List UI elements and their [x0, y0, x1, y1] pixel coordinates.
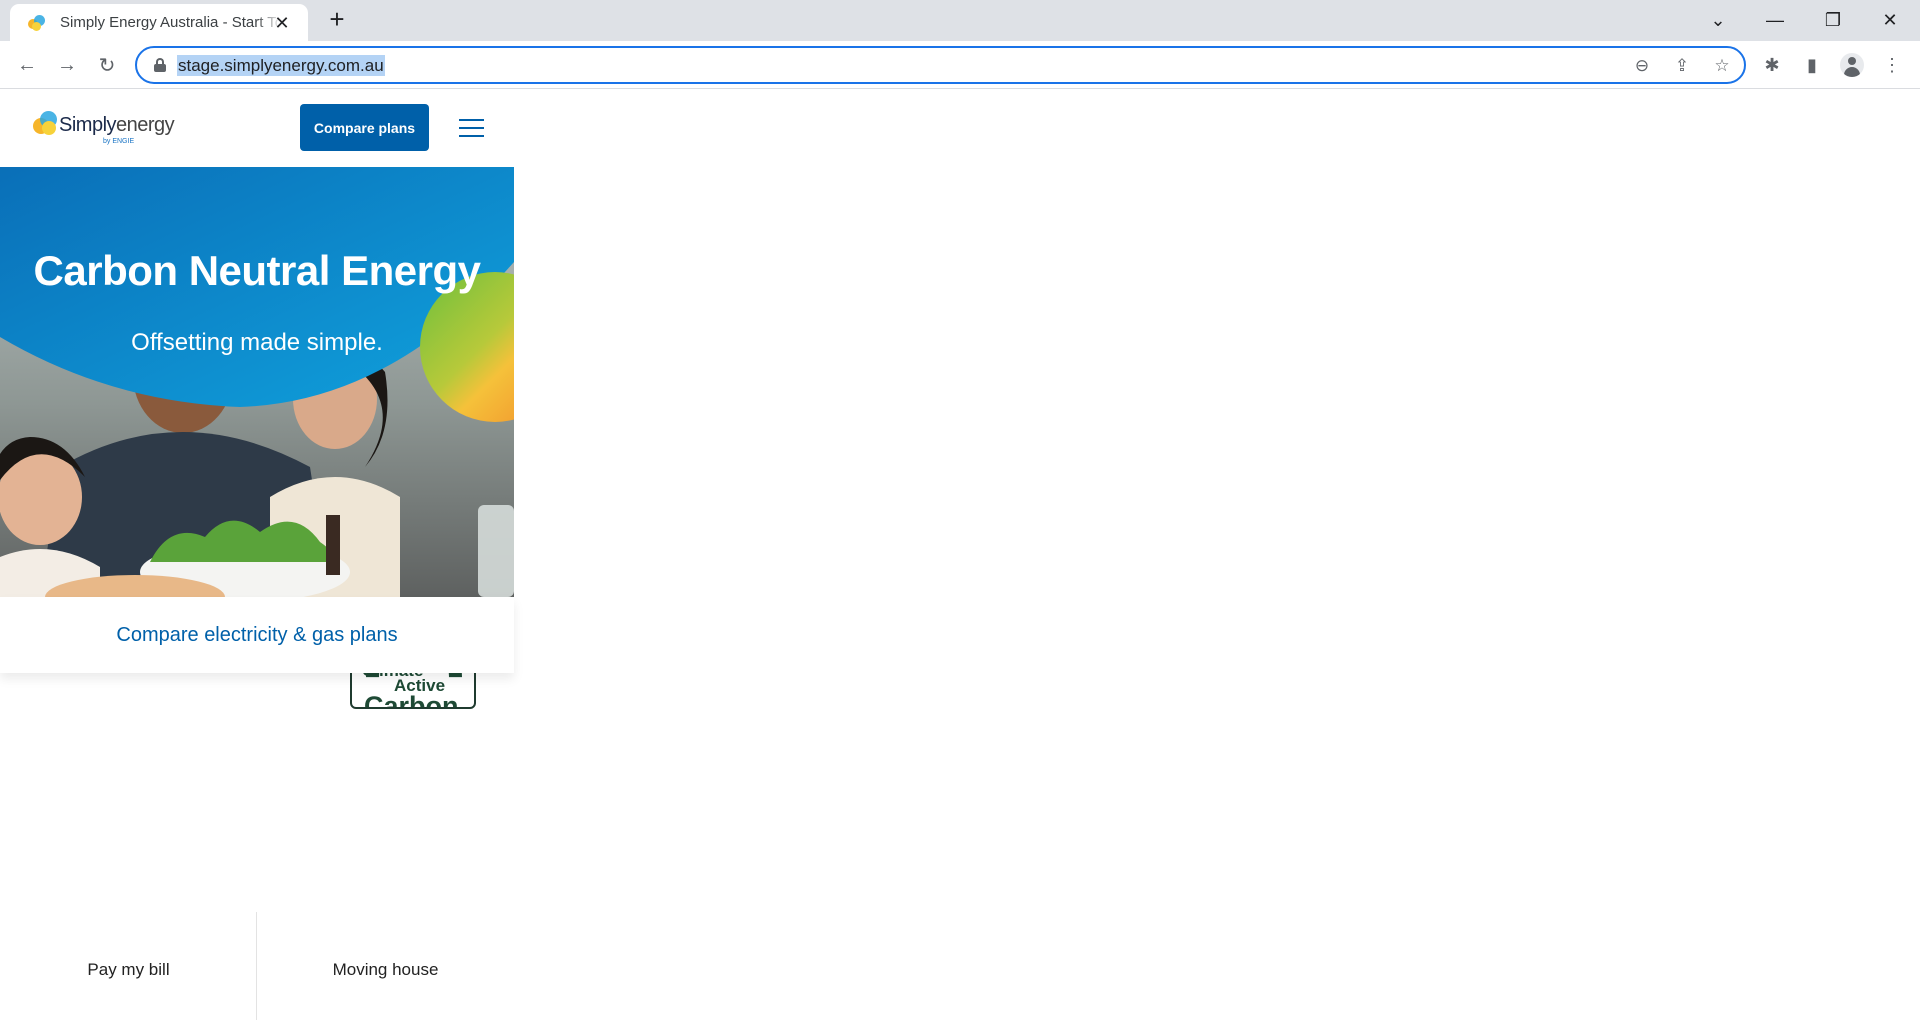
site-header: Simplyenergy by ENGIE Compare plans — [0, 90, 514, 167]
hero-illustration — [0, 167, 514, 597]
badge-line-3: Carbon — [364, 691, 459, 709]
bookmark-star-icon[interactable]: ☆ — [1711, 55, 1733, 77]
new-tab-button[interactable]: + — [325, 6, 349, 32]
forward-button[interactable]: → — [52, 50, 82, 80]
site-favicon-icon — [28, 13, 47, 32]
profile-avatar[interactable] — [1840, 53, 1864, 77]
side-panel-icon[interactable]: ▮ — [1800, 53, 1824, 77]
compare-link-bar: Compare electricity & gas plans — [0, 597, 514, 673]
hero-title: Carbon Neutral Energy — [33, 247, 481, 294]
zoom-icon[interactable]: ⊖ — [1631, 55, 1653, 77]
logo-simply: Simply — [59, 114, 117, 136]
hero-banner: Carbon Neutral Energy Offsetting made si… — [0, 167, 514, 597]
compare-plans-button[interactable]: Compare plans — [300, 104, 429, 151]
close-tab-icon[interactable]: ✕ — [272, 13, 292, 33]
simply-energy-site: Simplyenergy by ENGIE Compare plans Carb… — [0, 90, 514, 1020]
compare-electricity-gas-link[interactable]: Compare electricity & gas plans — [116, 624, 397, 647]
logo-byline: by ENGIE — [103, 138, 135, 145]
browser-tab[interactable]: Simply Energy Australia - Start Today ✕ — [10, 4, 308, 41]
lock-icon[interactable] — [154, 58, 166, 72]
browser-toolbar: ← → ↻ stage.simplyenergy.com.au ⊖ ⇪ ☆ ✱ … — [0, 41, 1920, 89]
minimize-button[interactable]: — — [1747, 0, 1803, 41]
share-icon[interactable]: ⇪ — [1671, 55, 1693, 77]
logo-energy: energy — [116, 114, 175, 136]
browser-menu-icon[interactable]: ⋮ — [1880, 53, 1904, 77]
page-viewport: Simplyenergy by ENGIE Compare plans Carb… — [0, 90, 1920, 1020]
extensions-icon[interactable]: ✱ — [1760, 53, 1784, 77]
hero-subtitle: Offsetting made simple. — [131, 329, 383, 356]
tab-search-icon[interactable]: ⌄ — [1690, 0, 1746, 41]
tab-title: Simply Energy Australia - Start Today — [60, 14, 282, 31]
reload-button[interactable]: ↻ — [92, 50, 122, 80]
back-button[interactable]: ← — [12, 50, 42, 80]
pay-my-bill-link[interactable]: Pay my bill — [0, 960, 257, 980]
moving-house-link[interactable]: Moving house — [257, 960, 514, 980]
url-text[interactable]: stage.simplyenergy.com.au — [177, 55, 385, 76]
close-window-button[interactable]: ✕ — [1862, 0, 1918, 41]
browser-tabstrip: Simply Energy Australia - Start Today ✕ … — [0, 0, 1920, 41]
hamburger-menu-icon[interactable] — [459, 117, 484, 137]
restore-button[interactable]: ❐ — [1805, 0, 1861, 41]
quick-links: Pay my bill Moving house — [0, 912, 514, 1020]
address-bar[interactable]: stage.simplyenergy.com.au ⊖ ⇪ ☆ — [135, 46, 1746, 84]
simply-energy-logo[interactable]: Simplyenergy by ENGIE — [29, 107, 179, 149]
profile-icon — [1840, 53, 1864, 77]
